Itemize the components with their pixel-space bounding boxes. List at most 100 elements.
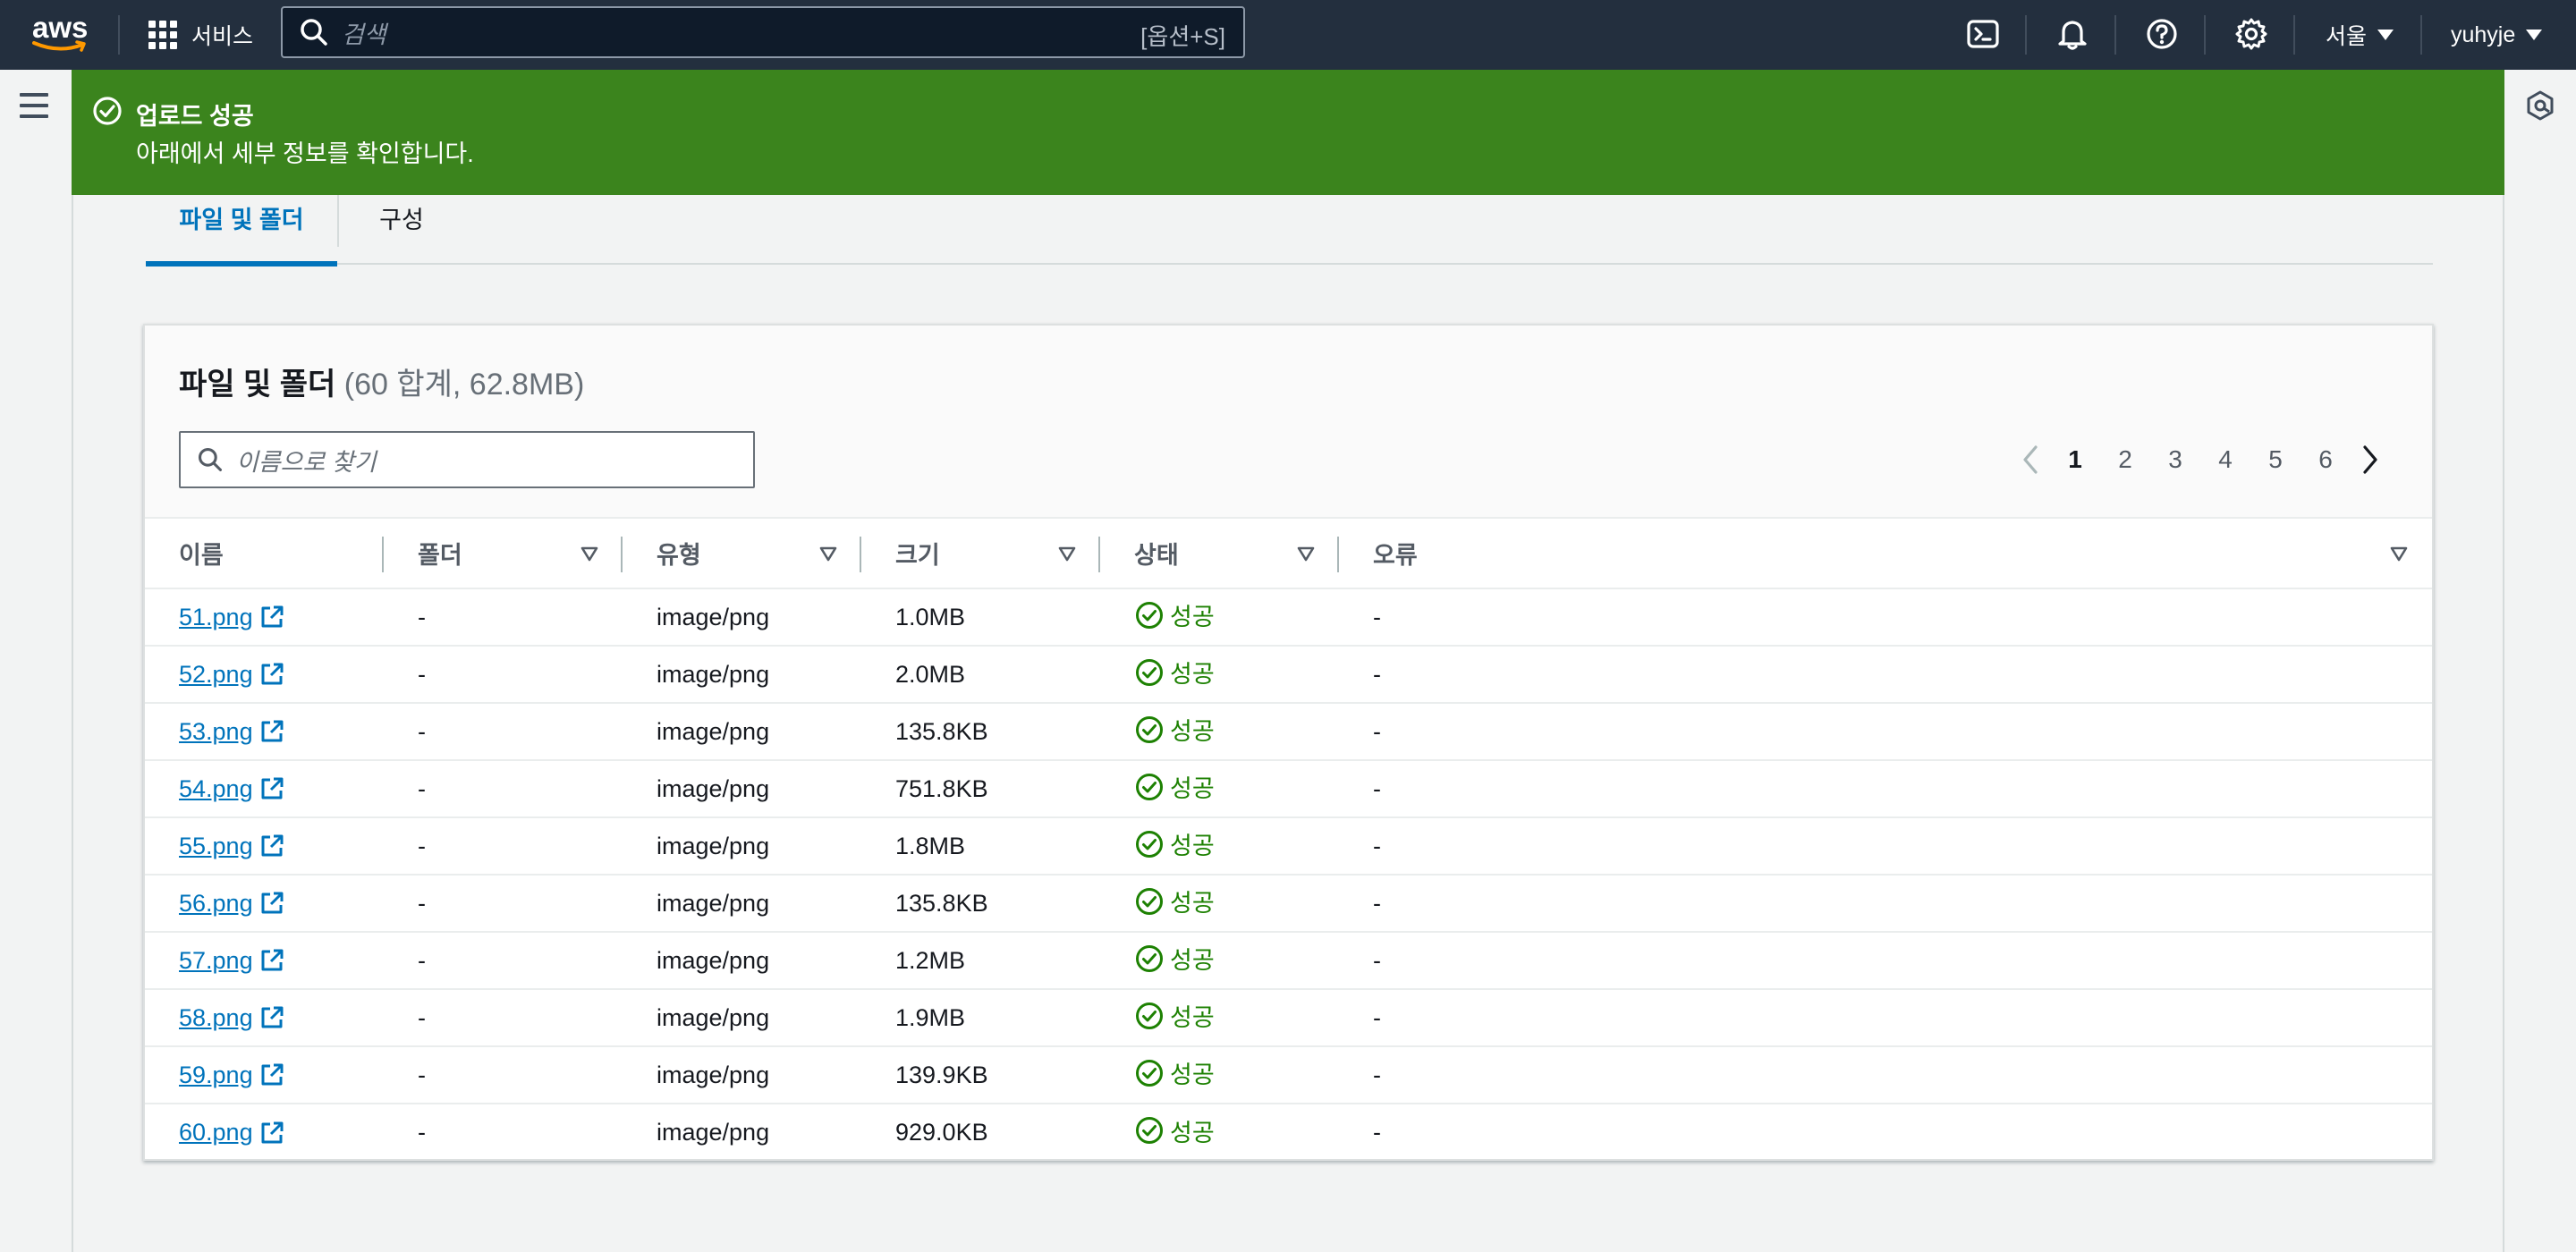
file-link[interactable]: 53.png — [179, 718, 285, 746]
cell-status: 성공 — [1100, 760, 1339, 818]
nav-divider — [2114, 15, 2116, 55]
settings-gear-icon[interactable] — [2234, 17, 2268, 51]
cell-error: - — [1339, 588, 2432, 647]
file-link[interactable]: 55.png — [179, 833, 285, 860]
cell-folder: - — [418, 1119, 426, 1146]
next-page-button[interactable] — [2351, 442, 2390, 478]
status-indicator: 성공 — [1134, 941, 1215, 976]
page-button-2[interactable]: 2 — [2100, 445, 2150, 474]
cell-type: image/png — [623, 646, 861, 704]
search-placeholder: 검색 — [342, 21, 386, 48]
cell-size: 139.9KB — [861, 1046, 1100, 1104]
column-header-size[interactable]: 크기 — [861, 519, 1100, 589]
sort-caret-icon[interactable] — [1057, 544, 1077, 563]
services-menu-button[interactable]: 서비스 — [148, 0, 253, 70]
sort-caret-icon[interactable] — [818, 544, 838, 563]
region-selector[interactable]: 서울 — [2326, 0, 2394, 70]
column-header-label: 유형 — [657, 542, 701, 569]
cell-error: - — [1339, 703, 2432, 761]
file-link[interactable]: 60.png — [179, 1119, 285, 1146]
success-check-icon — [1136, 1002, 1163, 1029]
cell-error: - — [1339, 760, 2432, 818]
cell-name: 51.png — [145, 588, 384, 647]
cell-name: 52.png — [145, 646, 384, 704]
nav-divider — [2204, 15, 2206, 55]
name-filter-input[interactable]: 이름으로 찾기 — [179, 431, 755, 488]
cloudshell-icon[interactable] — [1966, 17, 2000, 51]
file-link[interactable]: 59.png — [179, 1062, 285, 1089]
cell-name: 60.png — [145, 1104, 384, 1161]
file-name: 56.png — [179, 889, 253, 917]
cell-size: 929.0KB — [895, 1119, 988, 1146]
table-row: 56.png - image/png 135.8KB 성공 - — [145, 875, 2432, 933]
file-link[interactable]: 57.png — [179, 947, 285, 975]
help-icon[interactable] — [2145, 17, 2179, 51]
sort-caret-icon[interactable] — [580, 544, 599, 563]
search-icon — [301, 19, 327, 46]
sort-caret-icon[interactable] — [1296, 544, 1316, 563]
services-label: 서비스 — [191, 24, 254, 49]
sort-caret-icon[interactable] — [2389, 544, 2409, 563]
tab-files-and-folders[interactable]: 파일 및 폴더 — [146, 195, 337, 266]
external-link-icon — [261, 1121, 284, 1143]
cell-name: 56.png — [145, 875, 384, 933]
tools-panel-icon[interactable] — [2524, 89, 2556, 122]
previous-page-button[interactable] — [2011, 442, 2050, 478]
page-button-4[interactable]: 4 — [2200, 445, 2250, 474]
column-header-folder[interactable]: 폴더 — [384, 519, 623, 589]
file-link[interactable]: 58.png — [179, 1004, 285, 1032]
page-button-5[interactable]: 5 — [2250, 445, 2301, 474]
page-button-1[interactable]: 1 — [2050, 445, 2100, 474]
cell-folder: - — [384, 932, 623, 990]
cell-error: - — [1339, 875, 2432, 933]
column-header-error[interactable]: 오류 — [1339, 519, 2432, 589]
account-username: yuhyje — [2451, 21, 2516, 47]
file-link[interactable]: 51.png — [179, 604, 285, 631]
cell-name: 55.png — [145, 817, 384, 876]
cell-status: 성공 — [1100, 875, 1339, 933]
right-panel-divider — [2503, 70, 2504, 1252]
status-text: 성공 — [1170, 833, 1215, 860]
external-link-icon — [261, 605, 284, 628]
cell-folder: - — [384, 817, 623, 876]
global-search-input[interactable]: 검색 [옵션+S] — [281, 6, 1245, 58]
account-menu[interactable]: yuhyje — [2451, 0, 2543, 70]
file-link[interactable]: 52.png — [179, 661, 285, 689]
page-button-6[interactable]: 6 — [2301, 445, 2351, 474]
page-button-3[interactable]: 3 — [2150, 445, 2200, 474]
cell-folder: - — [384, 875, 623, 933]
cell-error: - — [1339, 817, 2432, 876]
cell-status: 성공 — [1100, 1046, 1339, 1104]
notifications-bell-icon[interactable] — [2055, 17, 2089, 51]
table-header-row: 이름 폴더 유형 크기 상태 오류 — [145, 519, 2432, 589]
column-header-label: 상태 — [1134, 542, 1179, 569]
aws-logo[interactable]: aws — [32, 11, 89, 54]
external-link-icon — [261, 720, 284, 742]
file-name: 55.png — [179, 832, 253, 859]
column-header-status[interactable]: 상태 — [1100, 519, 1339, 589]
file-name: 58.png — [179, 1003, 253, 1031]
table-row: 58.png - image/png 1.9MB 성공 - — [145, 989, 2432, 1047]
side-navigation-toggle[interactable] — [20, 93, 48, 118]
tab-configuration[interactable]: 구성 — [339, 195, 464, 265]
cell-type: image/png — [623, 703, 861, 761]
cell-type: image/png — [623, 932, 861, 990]
cell-folder: - — [384, 760, 623, 818]
files-table: 이름 폴더 유형 크기 상태 오류 51.png - image/png 1.0… — [145, 519, 2432, 1161]
file-name: 54.png — [179, 774, 253, 802]
region-label: 서울 — [2326, 24, 2368, 49]
status-text: 성공 — [1170, 775, 1215, 803]
status-indicator: 성공 — [1134, 712, 1215, 747]
file-link[interactable]: 54.png — [179, 775, 285, 803]
container-header: 파일 및 폴더 (60 합계, 62.8MB) 이름으로 찾기 1 2 3 4 … — [145, 326, 2432, 519]
success-check-icon — [1136, 887, 1163, 915]
file-link[interactable]: 56.png — [179, 890, 285, 918]
filter-placeholder: 이름으로 찾기 — [236, 448, 377, 476]
external-link-icon — [261, 892, 284, 914]
cell-name: 59.png — [145, 1046, 384, 1104]
column-header-type[interactable]: 유형 — [623, 519, 861, 589]
status-indicator: 성공 — [1134, 884, 1215, 918]
status-text: 성공 — [1170, 604, 1215, 631]
status-text: 성공 — [1170, 1004, 1215, 1032]
column-header-name[interactable]: 이름 — [145, 519, 384, 589]
